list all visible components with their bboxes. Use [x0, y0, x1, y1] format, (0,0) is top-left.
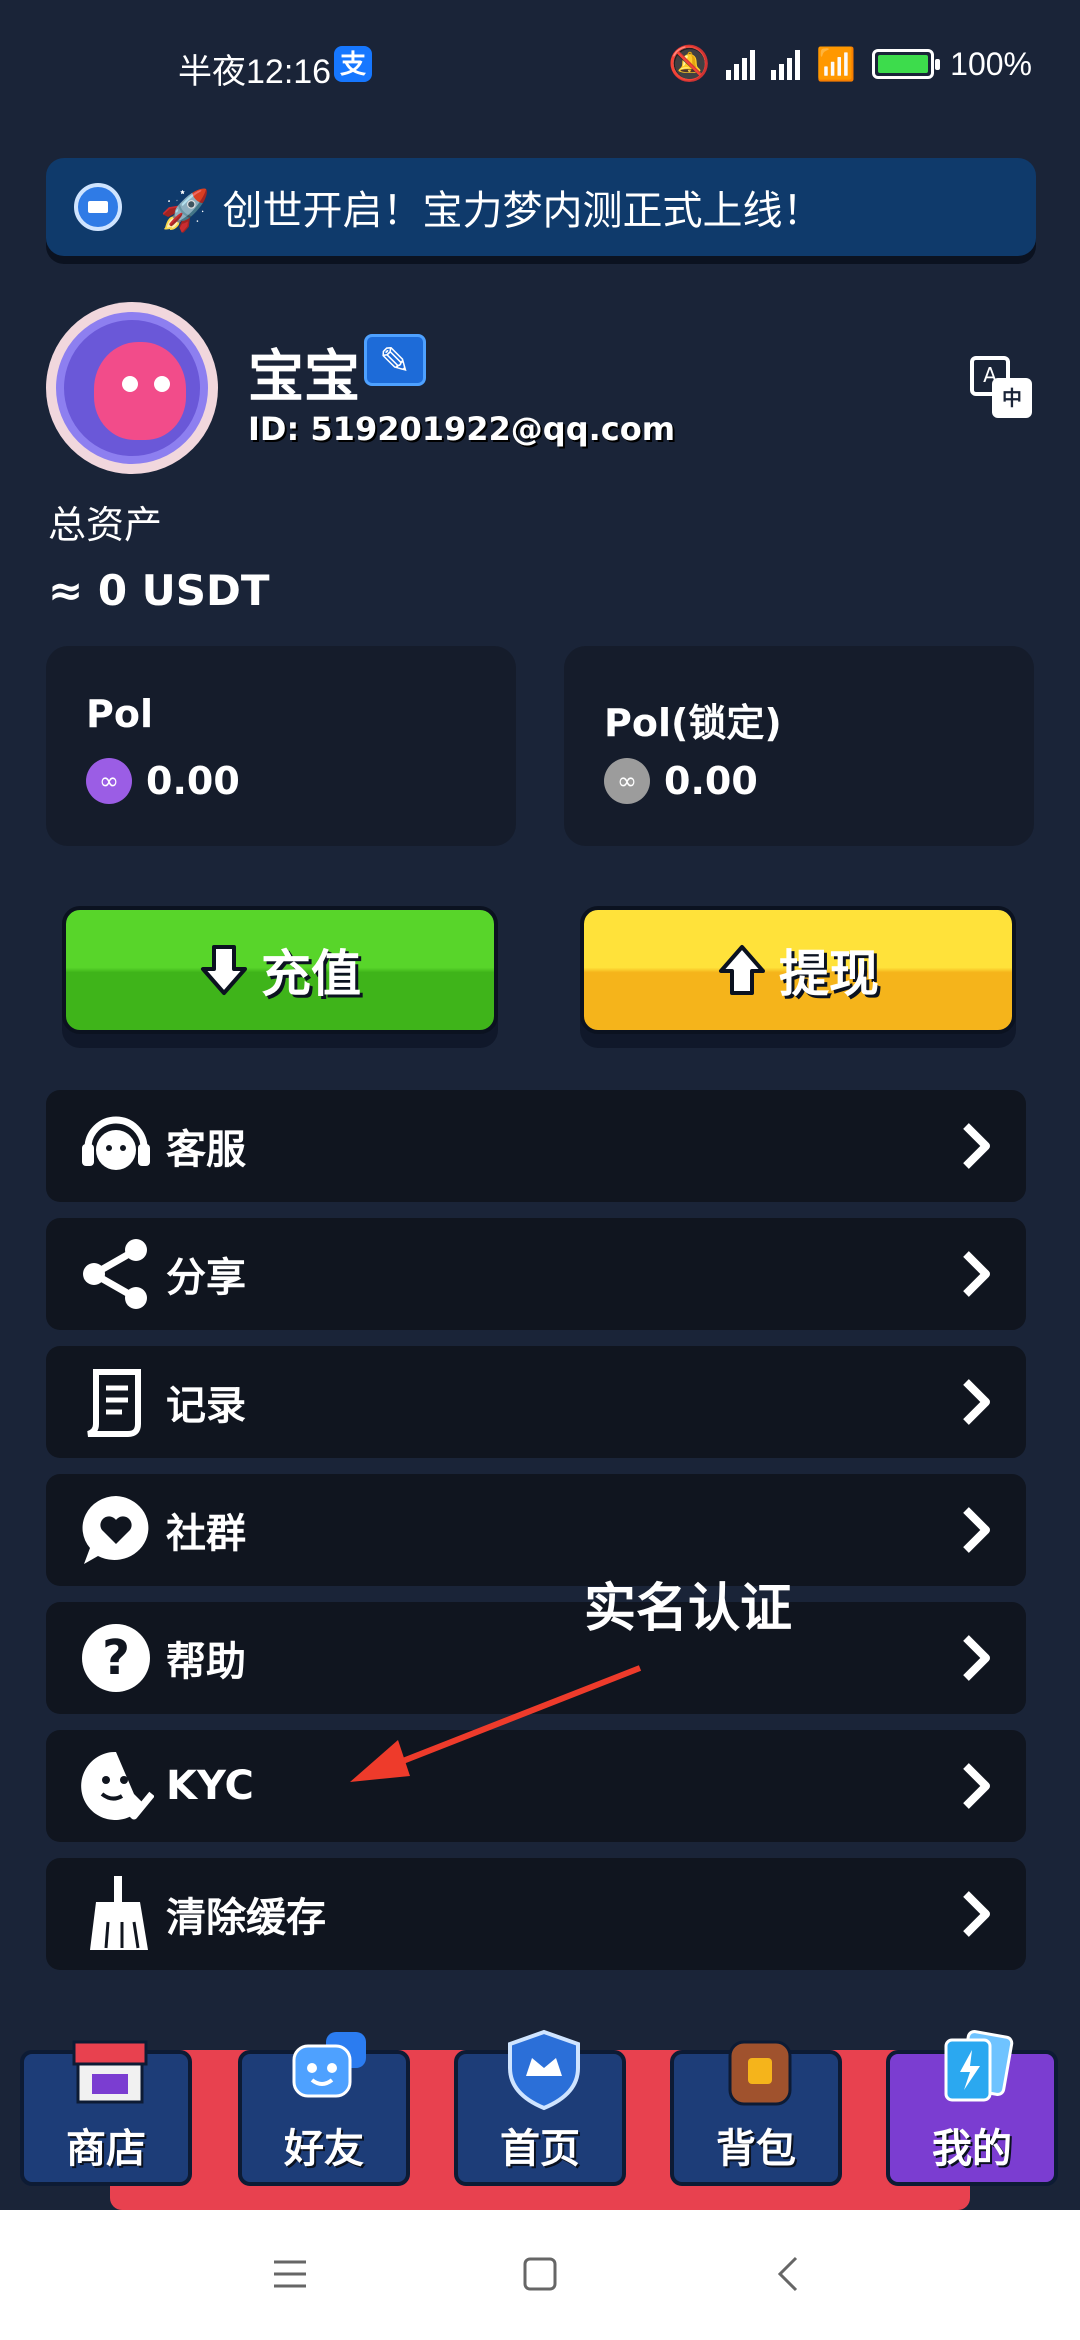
polygon-coin-icon: ∞	[604, 758, 650, 804]
nav-label: 好友	[284, 2126, 364, 2172]
menu-icon[interactable]	[270, 2254, 310, 2294]
edit-icon[interactable]	[364, 334, 426, 386]
back-icon[interactable]	[770, 2254, 810, 2294]
battery-icon	[872, 49, 941, 79]
chevron-right-icon	[963, 1635, 990, 1681]
nav-label: 首页	[500, 2126, 580, 2172]
pol-balance-card: Pol ∞ 0.00	[46, 646, 516, 846]
system-nav-bar	[0, 2210, 1080, 2340]
nav-label: 商店	[66, 2126, 146, 2172]
menu-item-records[interactable]: 记录	[46, 1346, 1026, 1458]
menu-label: 清除缓存	[166, 1895, 326, 1941]
heart-chat-icon	[78, 1492, 154, 1568]
nav-home[interactable]: 首页	[454, 2029, 626, 2186]
chevron-right-icon	[963, 1251, 990, 1297]
menu-label: 记录	[166, 1383, 246, 1429]
chevron-right-icon	[963, 1891, 990, 1937]
menu-label: 客服	[166, 1127, 246, 1173]
menu-item-customer-service[interactable]: 客服	[46, 1090, 1026, 1202]
banner-text: 🚀 创世开启！宝力梦内测正式上线！	[160, 188, 823, 234]
card-amount: 0.00	[664, 759, 758, 803]
receipt-icon	[78, 1364, 154, 1440]
status-icons: 🔕 📶 100%	[668, 44, 1032, 84]
wifi-icon: 📶	[816, 46, 857, 82]
alipay-icon: 支	[334, 46, 372, 82]
menu-label: 分享	[166, 1255, 246, 1301]
deposit-label: 充值	[261, 945, 361, 1003]
pol-locked-balance-card: Pol(锁定) ∞ 0.00	[564, 646, 1034, 846]
timer-icon	[74, 183, 122, 231]
card-title: Pol	[86, 692, 153, 736]
mute-icon: 🔕	[667, 45, 711, 83]
username: 宝宝	[248, 345, 360, 410]
broom-icon	[78, 1876, 154, 1952]
friends-icon	[292, 2032, 366, 2098]
card-title: Pol(锁定)	[604, 701, 782, 745]
announcement-banner[interactable]: 🚀 创世开启！宝力梦内测正式上线！	[46, 158, 1036, 256]
withdraw-label: 提现	[779, 945, 879, 1003]
annotation-arrow-icon	[350, 1665, 642, 1782]
annotation-text: 实名认证	[584, 1579, 793, 1639]
arrow-up-icon	[717, 943, 767, 997]
signal-icon	[726, 48, 756, 80]
help-icon: ?	[78, 1620, 154, 1696]
signal-icon-2	[771, 48, 801, 80]
shop-icon	[72, 2040, 148, 2104]
deposit-button[interactable]: 充值	[62, 906, 498, 1034]
status-bar: 半夜12:16 支 🔕 📶 100%	[0, 0, 1080, 130]
svg-text:?: ?	[102, 1630, 130, 1686]
face-check-icon	[78, 1748, 154, 1824]
arrow-down-icon	[199, 943, 249, 997]
menu-label: 帮助	[166, 1639, 246, 1685]
nav-label: 我的	[932, 2126, 1012, 2172]
home-icon[interactable]	[520, 2254, 560, 2294]
menu-item-share[interactable]: 分享	[46, 1218, 1026, 1330]
total-assets-value: ≈ 0 USDT	[48, 566, 270, 615]
nav-label: 背包	[716, 2126, 796, 2172]
withdraw-button[interactable]: 提现	[580, 906, 1016, 1034]
avatar[interactable]	[46, 302, 218, 474]
home-shield-icon	[508, 2029, 580, 2111]
nav-mine[interactable]: 我的	[886, 2030, 1058, 2186]
polygon-coin-icon: ∞	[86, 758, 132, 804]
status-time: 半夜12:16	[178, 53, 332, 91]
menu-label: KYC	[166, 1763, 254, 1809]
share-icon	[78, 1236, 154, 1312]
total-assets-label: 总资产	[48, 503, 163, 547]
translate-icon[interactable]: A 中	[970, 356, 1032, 418]
chevron-right-icon	[963, 1507, 990, 1553]
user-id: ID: 519201922@qq.com	[248, 410, 676, 448]
menu-label: 社群	[166, 1511, 246, 1557]
nav-friends[interactable]: 好友	[238, 2032, 410, 2186]
cards-icon	[944, 2030, 1014, 2102]
card-amount: 0.00	[146, 759, 240, 803]
menu-item-community[interactable]: 社群	[46, 1474, 1026, 1586]
chevron-right-icon	[963, 1763, 990, 1809]
headset-icon	[78, 1108, 154, 1184]
chevron-right-icon	[963, 1379, 990, 1425]
battery-percent: 100%	[950, 45, 1032, 82]
menu-item-clear-cache[interactable]: 清除缓存	[46, 1858, 1026, 1970]
backpack-icon	[728, 2040, 792, 2106]
nav-shop[interactable]: 商店	[20, 2040, 192, 2186]
chevron-right-icon	[963, 1123, 990, 1169]
nav-backpack[interactable]: 背包	[670, 2040, 842, 2186]
